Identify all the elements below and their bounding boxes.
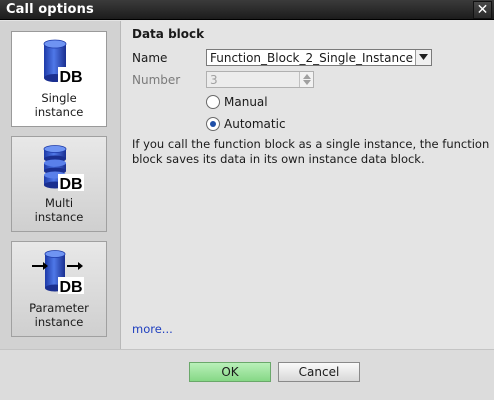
db-label: DB: [59, 279, 82, 296]
ok-button[interactable]: OK: [189, 362, 271, 382]
cancel-button[interactable]: Cancel: [278, 362, 360, 382]
title-bar: Call options ✕: [0, 0, 494, 20]
single-instance-label: Single instance: [34, 91, 84, 119]
more-link[interactable]: more...: [132, 322, 173, 336]
db-single-instance-icon: DB: [43, 39, 84, 86]
description-text: If you call the function block as a sing…: [132, 137, 490, 166]
options-panel: Data block Name Function_Block_2_Single_…: [122, 21, 494, 349]
spin-down-icon: [303, 80, 311, 85]
parameter-instance-tile[interactable]: DB Parameter instance: [11, 241, 107, 337]
single-instance-tile[interactable]: DB Single instance: [11, 31, 107, 127]
number-label: Number: [132, 73, 181, 87]
close-button[interactable]: ✕: [473, 1, 492, 19]
name-combobox[interactable]: Function_Block_2_Single_Instance: [206, 49, 432, 66]
name-value: Function_Block_2_Single_Instance: [210, 51, 414, 65]
automatic-radio[interactable]: [206, 117, 220, 131]
data-block-heading: Data block: [132, 27, 205, 41]
parameter-instance-label: Parameter instance: [29, 301, 89, 329]
spinner-arrows: [299, 72, 313, 87]
dialog-footer: OK Cancel: [0, 349, 494, 400]
multi-instance-tile[interactable]: DB Multi instance: [11, 136, 107, 232]
db-label: DB: [59, 176, 82, 193]
dropdown-button[interactable]: [415, 50, 431, 65]
spin-up-icon: [303, 74, 311, 79]
chevron-down-icon: [419, 54, 428, 60]
instance-type-panel: DB Single instance DB Multi instance DB …: [0, 21, 121, 349]
number-spinbox: 3: [206, 71, 314, 88]
name-label: Name: [132, 51, 168, 65]
manual-radio[interactable]: [206, 95, 220, 109]
db-label: DB: [59, 69, 82, 86]
window-title: Call options: [6, 2, 94, 17]
number-value: 3: [210, 73, 218, 87]
close-icon: ✕: [476, 2, 489, 18]
db-multi-instance-icon: DB: [43, 145, 84, 193]
db-parameter-instance-icon: DB: [32, 250, 84, 296]
automatic-label: Automatic: [224, 117, 286, 131]
multi-instance-label: Multi instance: [34, 196, 84, 224]
manual-label: Manual: [224, 95, 268, 109]
